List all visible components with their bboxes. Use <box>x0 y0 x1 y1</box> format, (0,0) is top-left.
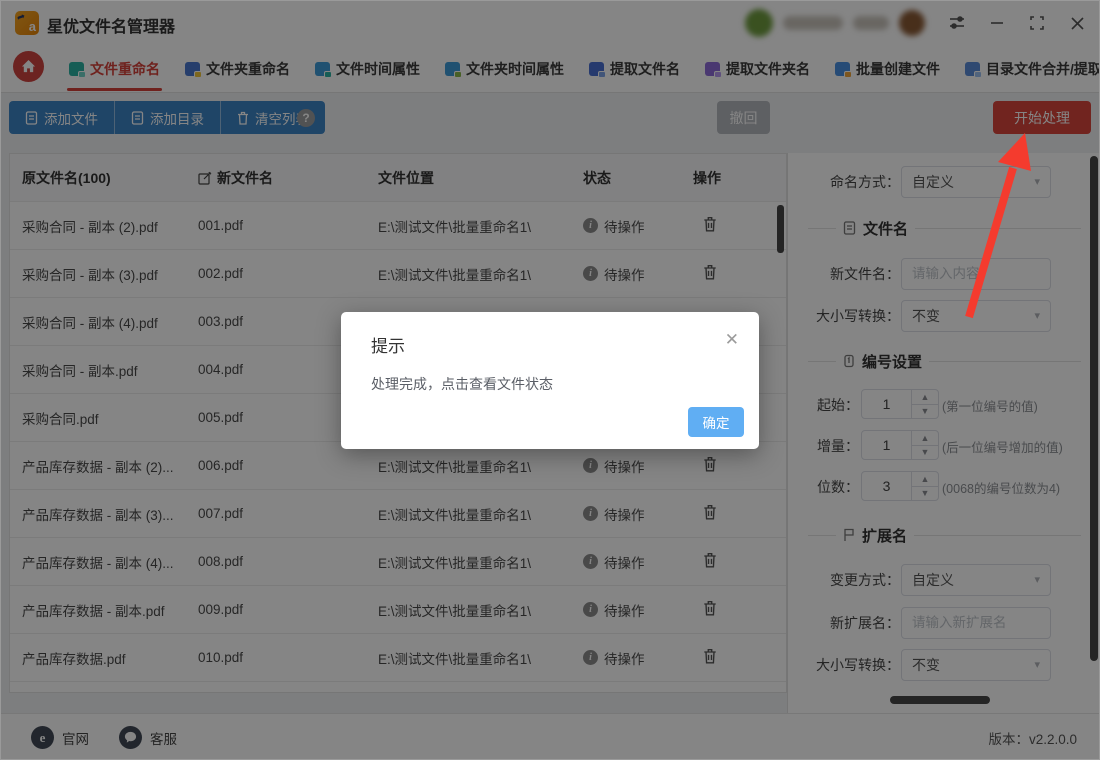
dialog-close-icon[interactable]: ✕ <box>725 330 739 350</box>
app-window: ➦a 星优文件名管理器 文件重命名文件夹重命名文件 <box>0 0 1100 760</box>
dialog-message: 处理完成，点击查看文件状态 <box>371 374 553 394</box>
dialog-title: 提示 <box>371 332 405 357</box>
dialog-ok-button[interactable]: 确定 <box>688 407 744 437</box>
message-dialog: 提示 ✕ 处理完成，点击查看文件状态 确定 <box>341 312 759 449</box>
